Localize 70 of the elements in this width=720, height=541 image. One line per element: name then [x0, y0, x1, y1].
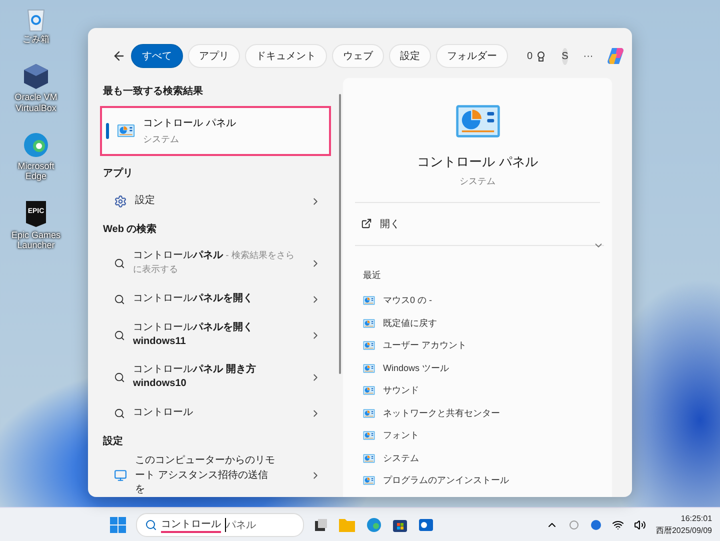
rewards-button[interactable]: 0 — [527, 50, 547, 62]
search-icon — [114, 258, 125, 268]
result-item[interactable]: コントロール — [100, 398, 331, 428]
trophy-icon — [534, 50, 547, 62]
filter-tab[interactable]: ウェブ — [332, 44, 384, 68]
best-match-result[interactable]: コントロール パネル システム — [100, 106, 331, 156]
recent-item[interactable]: フォント — [355, 424, 600, 447]
preview-subtitle: システム — [460, 174, 496, 188]
recent-item[interactable]: マウス0 の - — [355, 290, 600, 312]
control-panel-icon — [363, 408, 375, 418]
control-panel-icon — [117, 124, 135, 138]
control-panel-icon — [363, 454, 375, 463]
recent-item[interactable]: システム — [355, 447, 600, 470]
preview-title: コントロール パネル — [417, 152, 538, 170]
browser-icon — [22, 131, 50, 160]
settings-icon — [114, 194, 127, 208]
task-view-icon[interactable] — [314, 518, 328, 532]
result-title: コントロール パネル — [143, 117, 236, 130]
recent-item[interactable]: プログラムのアンインストール — [355, 470, 600, 492]
control-panel-icon — [363, 296, 375, 306]
recent-item[interactable]: サウンド — [355, 380, 600, 402]
section-heading: Web の検索 — [102, 222, 158, 237]
search-icon — [114, 294, 125, 304]
browser-icon[interactable] — [366, 516, 382, 532]
recent-item[interactable]: ネットワークと共有センター — [355, 402, 600, 424]
open-button[interactable]: 開く — [355, 202, 600, 244]
section-heading: 最も一致する検索結果 — [102, 84, 204, 99]
result-item[interactable]: コントロールパネルを開く windows11 — [100, 314, 331, 356]
cube-icon — [22, 62, 50, 90]
user-avatar[interactable]: S — [562, 48, 568, 64]
control-panel-icon — [363, 318, 375, 328]
result-item[interactable]: このコンピューターからのリモート アシスタンス招待の送信を — [100, 454, 331, 497]
result-subtitle: システム — [143, 133, 180, 146]
network-icon[interactable] — [612, 518, 624, 530]
search-icon — [144, 518, 157, 530]
start-icon[interactable] — [110, 516, 126, 532]
filter-tab[interactable]: ドキュメント — [245, 44, 327, 68]
control-panel-icon — [363, 476, 375, 486]
recent-item[interactable]: 既定値に戻す — [355, 312, 600, 334]
filter-tab[interactable]: すべて — [131, 44, 183, 68]
result-item[interactable]: コントロールパネル 開き方 windows10 — [100, 356, 331, 398]
external-link-icon — [361, 218, 372, 229]
copilot-logo[interactable] — [606, 46, 626, 66]
result-item[interactable]: 設定 — [100, 186, 331, 216]
filter-tab[interactable]: フォルダー — [436, 44, 508, 68]
control-panel-icon — [363, 386, 375, 396]
section-heading: 設定 — [102, 434, 124, 449]
more-button[interactable]: ··· — [583, 50, 594, 62]
result-item[interactable]: コントロールパネル - 検索結果をさらに表示する — [100, 242, 331, 284]
search-icon — [114, 372, 125, 382]
filter-tab[interactable]: アプリ — [188, 44, 240, 68]
result-item[interactable]: コントロールパネルを開く — [100, 284, 331, 314]
recent-item[interactable]: ユーザー アカウント — [355, 334, 600, 357]
taskbar-search-field[interactable]: コントロール パネル — [136, 512, 304, 536]
search-icon — [114, 330, 125, 340]
search-icon — [114, 408, 125, 418]
volume-icon[interactable] — [634, 518, 646, 530]
control-panel-icon — [363, 431, 375, 440]
status-dot-icon[interactable] — [590, 518, 602, 530]
control-panel-icon — [363, 364, 375, 373]
recent-item[interactable]: Windows ツール — [355, 357, 600, 380]
monitor-icon — [114, 469, 127, 482]
back-button[interactable] — [112, 49, 126, 63]
mail-icon[interactable] — [418, 516, 434, 532]
control-panel-large-icon — [454, 104, 500, 138]
section-heading: アプリ — [102, 166, 134, 181]
control-panel-icon — [363, 341, 375, 350]
filter-tab[interactable]: 設定 — [389, 44, 431, 68]
clock[interactable]: 16:25:01 西暦2025/09/09 — [656, 513, 712, 536]
recent-heading: 最近 — [362, 268, 382, 282]
